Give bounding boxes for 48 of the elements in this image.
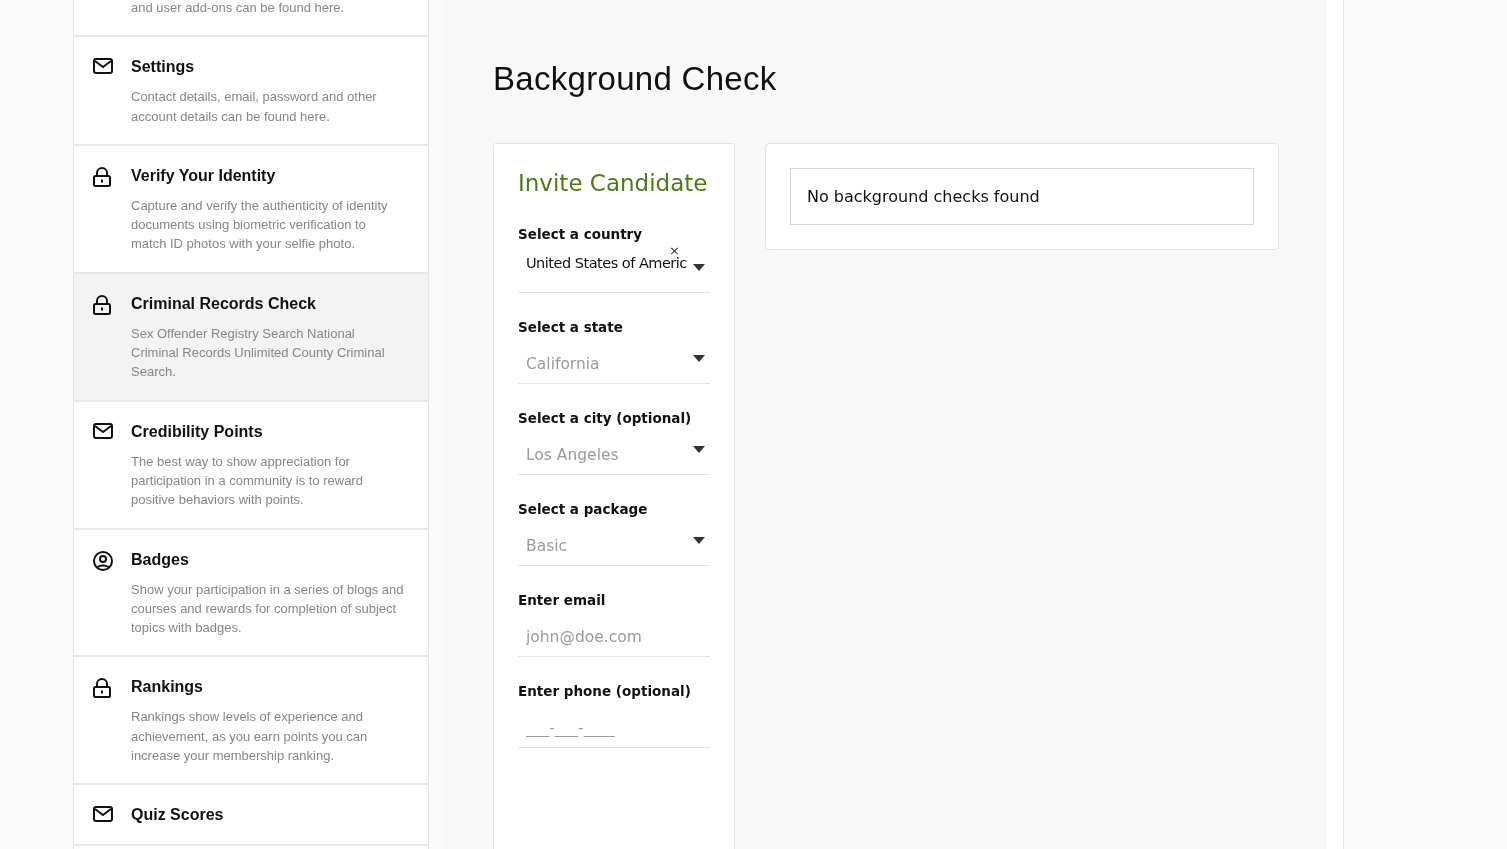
item-description: Show your participation in a series of blogs and courses and rewards for completion of subject topics with badges.	[131, 580, 404, 638]
form-title: Invite Candidate	[518, 170, 709, 196]
select-field[interactable]: California	[518, 345, 710, 383]
clear-button[interactable]: ×	[669, 245, 680, 257]
field-label: Select a city (optional)	[518, 410, 693, 426]
empty-message: No background checks found	[790, 168, 1254, 225]
item-description: and user add-ons can be found here.	[131, 0, 345, 17]
select-field[interactable]: United States of Americ	[526, 254, 687, 272]
envelope-icon	[93, 58, 113, 75]
input-field[interactable]: john@doe.com	[518, 618, 710, 656]
field-label: Enter email	[518, 592, 607, 608]
field-label: Select a country	[518, 226, 644, 242]
select-field[interactable]: Los Angeles	[518, 436, 710, 474]
sidebar-item[interactable]: Criminal Records Check Sex Offender Registry Search National Criminal Records Unlimited County Criminal Search.	[74, 273, 428, 402]
item-title: Criminal Records Check	[131, 293, 317, 314]
select-field[interactable]: Basic	[518, 527, 710, 565]
lock-icon	[93, 166, 111, 187]
item-description: The best way to show appreciation for participation in a community is to reward positive behaviors with points.	[131, 452, 364, 510]
dropdown-caret-icon[interactable]	[693, 537, 705, 544]
item-title: Badges	[131, 549, 190, 570]
sidebar-item[interactable]: Credibility Points The best way to show appreciation for participation in a community is to reward positive behaviors with points.	[74, 401, 428, 530]
dropdown-caret-icon[interactable]	[693, 355, 705, 362]
item-description: Rankings show levels of experience and achievement, as you earn points you can increase your membership ranking.	[131, 708, 369, 766]
field-label: Select a state	[518, 319, 624, 335]
field-label: Select a package	[518, 501, 649, 517]
item-description: Capture and verify the authenticity of identity documents using biometric verification to match ID photos with your selfie photo.	[131, 196, 389, 254]
item-title: Settings	[131, 57, 196, 78]
dropdown-caret-icon[interactable]	[693, 264, 705, 271]
user-circle-icon	[93, 550, 113, 571]
item-title: Verify Your Identity	[131, 165, 277, 186]
page-title: Background Check	[493, 60, 778, 98]
sidebar-item[interactable]: Quiz Scores	[74, 785, 428, 847]
item-description: Sex Offender Registry Search National Criminal Records Unlimited County Criminal Search.	[131, 324, 386, 382]
input-field[interactable]: ___-___-____	[518, 709, 710, 747]
sidebar-item[interactable]: Rankings Rankings show levels of experience and achievement, as you earn points you can increase your membership ranking.	[74, 657, 428, 786]
envelope-icon	[93, 806, 113, 823]
item-title: Credibility Points	[131, 421, 264, 442]
sidebar-item[interactable]: and user add-ons can be found here.	[74, 0, 428, 38]
lock-icon	[93, 678, 111, 699]
item-description: Contact details, email, password and other account details can be found here.	[131, 88, 378, 126]
lock-icon	[93, 294, 111, 315]
envelope-icon	[93, 422, 113, 439]
sidebar-item[interactable]: Badges Show your participation in a series of blogs and courses and rewards for completion of subject topics with badges.	[74, 529, 428, 658]
field-label: Enter phone (optional)	[518, 683, 692, 699]
item-title: Quiz Scores	[131, 805, 224, 826]
item-title: Rankings	[131, 677, 204, 698]
sidebar-item[interactable]: Settings Contact details, email, password and other account details can be found here.	[74, 37, 428, 146]
dropdown-caret-icon[interactable]	[693, 446, 705, 453]
